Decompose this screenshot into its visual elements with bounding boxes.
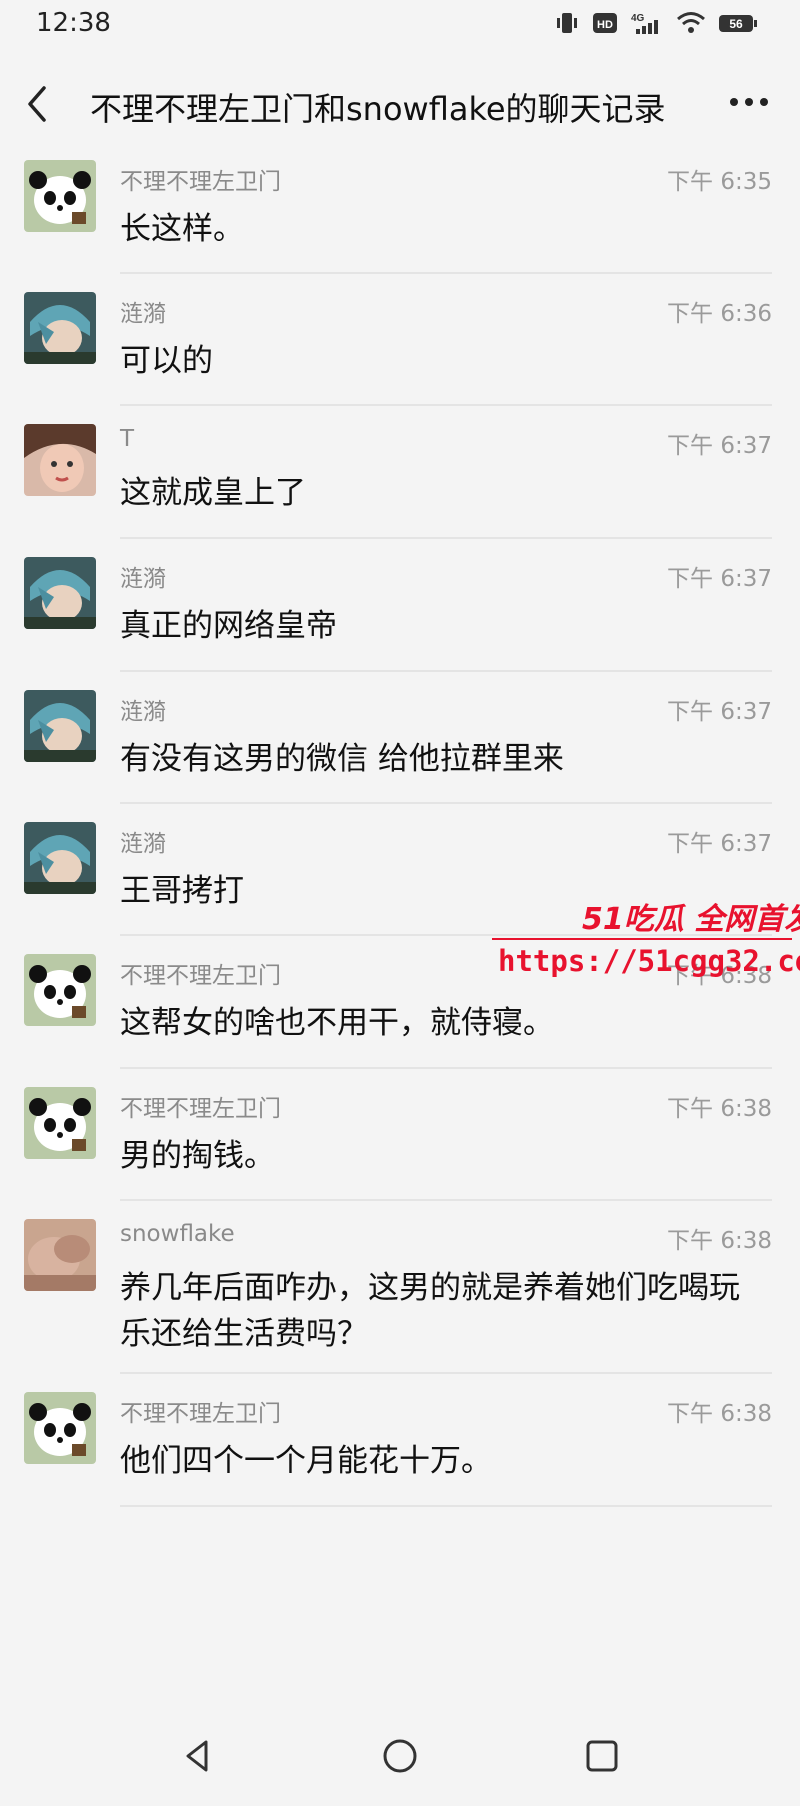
message-divider [120, 1372, 772, 1374]
message-divider [120, 272, 772, 274]
message-divider [120, 1505, 772, 1507]
message-time: 下午 6:38 [667, 1401, 772, 1427]
panda-avatar[interactable] [24, 954, 96, 1026]
message-row[interactable]: 不理不理左卫门 下午 6:38 男的掏钱。 [0, 1079, 800, 1211]
anime-avatar[interactable] [24, 292, 96, 364]
sender-name: T [120, 426, 135, 452]
message-row[interactable]: snowflake 下午 6:38 养几年后面咋办，这男的就是养着她们吃喝玩乐还给生… [0, 1211, 800, 1384]
sender-name: 不理不理左卫门 [120, 1096, 281, 1122]
nav-back-button[interactable] [176, 1734, 220, 1778]
anime-avatar[interactable] [24, 557, 96, 629]
sender-name: 涟漪 [120, 831, 166, 857]
message-text: 他们四个一个月能花十万。 [120, 1443, 492, 1479]
triangle-back-icon [186, 1740, 208, 1772]
message-text: 养几年后面咋办，这男的就是养着她们吃喝玩乐还给生活费吗？ [120, 1270, 740, 1352]
status-time: 12:38 [36, 8, 111, 38]
message-text: 可以的 [120, 343, 213, 379]
more-button[interactable] [724, 82, 774, 122]
message-divider [120, 1199, 772, 1201]
message-time: 下午 6:37 [667, 699, 772, 725]
anime-avatar[interactable] [24, 690, 96, 762]
circle-home-icon [383, 1739, 417, 1773]
panda-avatar[interactable] [24, 160, 96, 232]
message-row[interactable]: 涟漪 下午 6:37 有没有这男的微信 给他拉群里来 [0, 682, 800, 814]
nav-home-button[interactable] [378, 1734, 422, 1778]
message-time: 下午 6:37 [667, 831, 772, 857]
status-bar: 12:38 HD 4G 56 [0, 0, 800, 48]
watermark-brand: 51吃瓜 全网首发 [582, 902, 800, 937]
message-text: 真正的网络皇帝 [120, 608, 337, 644]
message-row[interactable]: 不理不理左卫门 下午 6:38 他们四个一个月能花十万。 [0, 1384, 800, 1517]
message-divider [120, 670, 772, 672]
watermark-underline [492, 938, 792, 940]
panda-avatar[interactable] [24, 1392, 96, 1464]
watermark-url: https://51cgg32.com [498, 944, 800, 978]
message-time: 下午 6:37 [667, 433, 772, 459]
signal-4g-icon: 4G [631, 13, 658, 34]
message-time: 下午 6:36 [667, 301, 772, 327]
sender-name: 涟漪 [120, 566, 166, 592]
message-text: 有没有这男的微信 给他拉群里来 [120, 741, 564, 777]
square-recents-icon [586, 1740, 618, 1772]
watermark: 51吃瓜 全网首发 https://51cgg32.com [492, 894, 800, 994]
wifi-icon [677, 12, 705, 33]
battery-level: 56 [729, 17, 743, 31]
message-time: 下午 6:35 [667, 169, 772, 195]
girl-avatar[interactable] [24, 424, 96, 496]
message-divider [120, 404, 772, 406]
message-divider [120, 537, 772, 539]
header: 不理不理左卫门和snowflake的聊天记录 [0, 74, 800, 138]
message-text: 这就成皇上了 [120, 475, 306, 511]
sender-name: snowflake [120, 1221, 235, 1247]
nav-recents-button[interactable] [580, 1734, 624, 1778]
sender-name: 不理不理左卫门 [120, 169, 281, 195]
battery-icon: 56 [719, 15, 757, 32]
message-divider [120, 802, 772, 804]
hd-label: HD [597, 19, 613, 31]
message-time: 下午 6:38 [667, 1228, 772, 1254]
status-icons: HD 4G 56 [554, 10, 758, 36]
back-button[interactable] [18, 80, 58, 128]
sender-name: 涟漪 [120, 301, 166, 327]
network-label: 4G [631, 13, 645, 24]
message-divider [120, 1067, 772, 1069]
panda-avatar[interactable] [24, 1087, 96, 1159]
page-title: 不理不理左卫门和snowflake的聊天记录 [90, 90, 666, 128]
message-row[interactable]: 不理不理左卫门 下午 6:35 长这样。 [0, 152, 800, 284]
message-time: 下午 6:37 [667, 566, 772, 592]
system-nav-bar [0, 1720, 800, 1806]
more-dots-icon [730, 98, 768, 106]
vibrate-icon [557, 13, 577, 33]
message-text: 这帮女的啥也不用干，就侍寝。 [120, 1005, 554, 1041]
photo-avatar[interactable] [24, 1219, 96, 1291]
sender-name: 不理不理左卫门 [120, 1401, 281, 1427]
chevron-left-icon [28, 86, 46, 122]
message-row[interactable]: 涟漪 下午 6:36 可以的 [0, 284, 800, 416]
message-time: 下午 6:38 [667, 1096, 772, 1122]
sender-name: 不理不理左卫门 [120, 963, 281, 989]
anime-avatar[interactable] [24, 822, 96, 894]
message-text: 男的掏钱。 [120, 1138, 275, 1174]
message-row[interactable]: T 下午 6:37 这就成皇上了 [0, 416, 800, 549]
message-row[interactable]: 涟漪 下午 6:37 真正的网络皇帝 [0, 549, 800, 682]
hd-icon: HD [593, 13, 617, 33]
sender-name: 涟漪 [120, 699, 166, 725]
message-list: 不理不理左卫门 下午 6:35 长这样。涟漪 下午 6:36 可以的 T 下午 6:37 这就… [0, 152, 800, 1517]
message-text: 长这样。 [120, 211, 244, 247]
